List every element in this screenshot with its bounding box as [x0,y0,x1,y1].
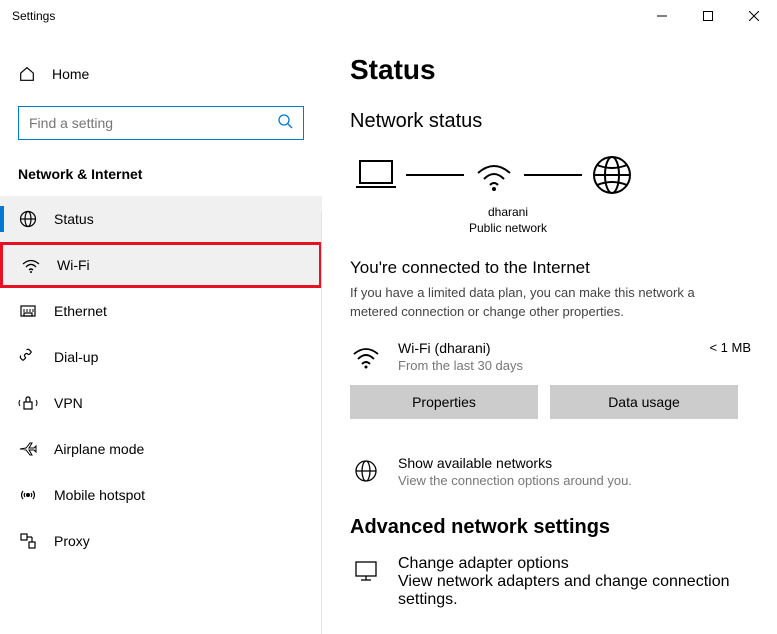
search-icon [277,113,293,134]
search-input[interactable] [18,106,304,140]
sidebar-item-label: Proxy [54,533,90,549]
connected-desc: If you have a limited data plan, you can… [350,284,730,322]
connected-title: You're connected to the Internet [350,258,777,278]
sidebar-section-title: Network & Internet [0,140,322,196]
sidebar-item-label: Airplane mode [54,441,144,457]
window-controls [639,0,777,32]
dialup-icon [18,347,38,367]
sidebar-item-label: VPN [54,395,83,411]
hotspot-icon [18,485,38,505]
sidebar-item-vpn[interactable]: VPN [0,380,322,426]
sidebar-home-label: Home [52,66,89,82]
diagram-ssid: dharani [458,205,558,221]
sidebar-item-label: Dial-up [54,349,98,365]
adapter-options-desc: View network adapters and change connect… [398,573,777,609]
sidebar: Home Network & Internet Status [0,32,322,634]
available-networks-label: Show available networks [398,455,632,471]
sidebar-item-dialup[interactable]: Dial-up [0,334,322,380]
sidebar-item-label: Ethernet [54,303,107,319]
sidebar-home[interactable]: Home [0,56,322,92]
adapter-icon [350,555,382,587]
adapter-options-label: Change adapter options [398,555,777,573]
diagram-network-type: Public network [458,221,558,237]
globe-icon [350,455,382,487]
show-available-networks[interactable]: Show available networks View the connect… [350,455,777,488]
sidebar-item-wifi[interactable]: Wi-Fi [0,242,322,288]
sidebar-item-ethernet[interactable]: Ethernet [0,288,322,334]
search-field[interactable] [29,115,277,131]
available-networks-desc: View the connection options around you. [398,473,632,488]
close-button[interactable] [731,0,777,32]
sidebar-item-label: Mobile hotspot [54,487,145,503]
properties-button[interactable]: Properties [350,385,538,419]
change-adapter-options[interactable]: Change adapter options View network adap… [350,555,777,609]
wifi-icon [21,255,41,275]
sidebar-item-status[interactable]: Status [0,196,322,242]
network-status-heading: Network status [350,110,777,133]
vpn-icon [18,393,38,413]
proxy-icon [18,531,38,551]
maximize-button[interactable] [685,0,731,32]
airplane-icon [18,439,38,459]
main-content: Status Network status dharani [322,32,777,634]
computer-icon [354,153,398,197]
sidebar-item-label: Status [54,211,94,227]
connection-name: Wi-Fi (dharani) [398,340,523,356]
sidebar-item-airplane[interactable]: Airplane mode [0,426,322,472]
network-diagram [350,153,777,197]
minimize-button[interactable] [639,0,685,32]
ethernet-icon [18,301,38,321]
wifi-icon [472,153,516,197]
home-icon [18,65,36,83]
globe-icon [590,153,634,197]
connection-period: From the last 30 days [398,358,523,373]
sidebar-item-proxy[interactable]: Proxy [0,518,322,564]
advanced-heading: Advanced network settings [350,516,777,539]
sidebar-item-hotspot[interactable]: Mobile hotspot [0,472,322,518]
data-usage-button[interactable]: Data usage [550,385,738,419]
page-title: Status [350,54,777,86]
diagram-caption: dharani Public network [458,205,558,236]
status-icon [18,209,38,229]
sidebar-item-label: Wi-Fi [57,257,90,273]
window-title: Settings [12,9,55,23]
connection-usage: < 1 MB [709,340,777,355]
wifi-icon [350,340,382,372]
